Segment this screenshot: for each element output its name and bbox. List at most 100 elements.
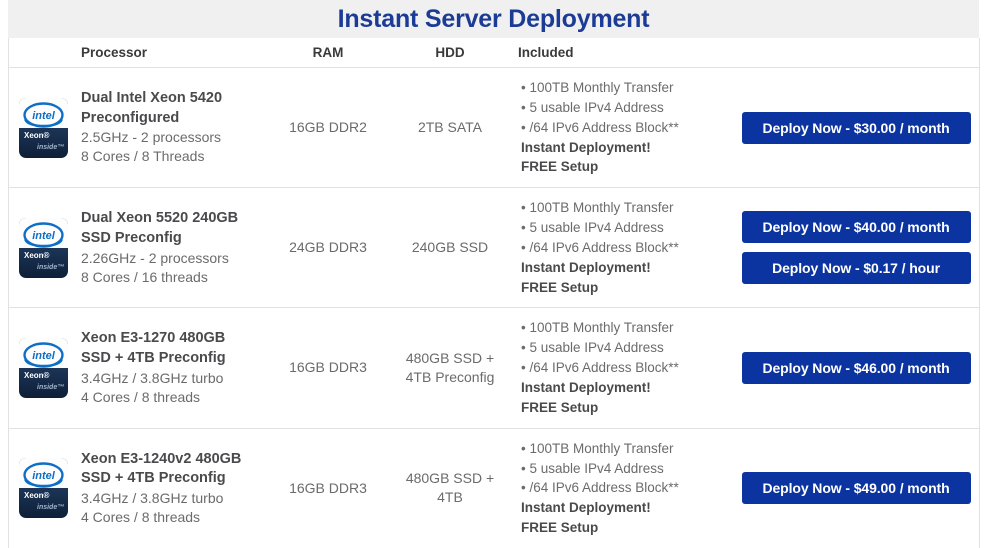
included-highlight: Instant Deployment!	[521, 139, 651, 155]
ram-value: 16GB DDR2	[289, 118, 367, 135]
badge-family-label: Xeon®	[24, 250, 50, 260]
hdd-value-wrap: 240GB SSD	[412, 238, 488, 257]
cell-processor: intel Xeon® inside™ Dual Intel Xeon 5420 Pr…	[9, 68, 267, 187]
badge-family-label: Xeon®	[24, 130, 50, 140]
included-highlight: FREE Setup	[521, 399, 599, 415]
cell-processor: intel Xeon® inside™ Xeon E3-1240v2 480GB SS…	[9, 429, 267, 548]
table-row: intel Xeon® inside™ Xeon E3-1240v2 480GB SS…	[9, 429, 979, 548]
processor-spec-line: 8 Cores / 8 Threads	[81, 148, 205, 165]
cell-hdd: 480GB SSD + 4TB Preconfig	[389, 308, 511, 427]
processor-title-line: Xeon E3-1270 480GB	[81, 330, 226, 347]
processor-title-line: SSD + 4TB Preconfig	[81, 350, 226, 367]
badge-tagline-label: inside™	[37, 504, 65, 512]
server-plans-table: Processor RAM HDD Included intel Xeon® in…	[8, 38, 980, 548]
svg-text:intel: intel	[32, 470, 56, 482]
processor-spec-line: 3.4GHz / 3.8GHz turbo	[81, 489, 224, 506]
cell-ram: 16GB DDR3	[267, 308, 389, 427]
ram-value-wrap: 24GB DDR3	[289, 238, 367, 257]
hdd-value: 480GB SSD +	[405, 469, 495, 486]
cell-hdd: 2TB SATA	[389, 68, 511, 187]
deploy-now-button[interactable]: Deploy Now - $0.17 / hour	[741, 252, 971, 285]
processor-title-line: Dual Xeon 5520 240GB	[81, 210, 239, 227]
cell-action: Deploy Now - $30.00 / month	[741, 68, 979, 187]
page-title-band: Instant Server Deployment	[8, 0, 979, 38]
included-feature: • /64 IPv6 Address Block**	[521, 119, 679, 135]
cell-action: Deploy Now - $40.00 / month Deploy Now - …	[741, 188, 979, 307]
ram-value: 16GB DDR3	[289, 359, 367, 376]
processor-summary: intel Xeon® inside™ Dual Intel Xeon 5420 Pr…	[19, 89, 222, 167]
column-header-hdd: HDD	[435, 45, 465, 60]
cell-hdd: 480GB SSD + 4TB	[389, 429, 511, 548]
table-row: intel Xeon® inside™ Dual Intel Xeon 5420 Pr…	[9, 68, 979, 189]
hdd-value: 240GB SSD	[411, 239, 489, 256]
included-feature: • 5 usable IPv4 Address	[521, 340, 664, 356]
badge-family-label: Xeon®	[24, 491, 50, 501]
deploy-now-button[interactable]: Deploy Now - $30.00 / month	[741, 111, 971, 144]
hdd-value: 4TB	[437, 489, 463, 506]
cell-processor: intel Xeon® inside™ Xeon E3-1270 480GB SSD …	[9, 308, 267, 427]
svg-text:intel: intel	[32, 350, 56, 362]
ram-value: 24GB DDR3	[289, 239, 367, 256]
cell-action: Deploy Now - $46.00 / month	[741, 308, 979, 427]
processor-title-line: Preconfigured	[81, 109, 180, 126]
cell-included: • 100TB Monthly Transfer • 5 usable IPv4 …	[511, 308, 743, 427]
included-feature: • 5 usable IPv4 Address	[521, 220, 664, 236]
cell-action: Deploy Now - $49.00 / month	[741, 429, 979, 548]
included-feature: • 5 usable IPv4 Address	[521, 460, 664, 476]
intel-xeon-badge-icon: intel Xeon® inside™	[19, 97, 68, 158]
hdd-value-wrap: 2TB SATA	[418, 118, 482, 137]
included-highlight: Instant Deployment!	[521, 259, 651, 275]
processor-spec-line: 3.4GHz / 3.8GHz turbo	[81, 369, 224, 386]
included-feature: • /64 IPv6 Address Block**	[521, 239, 679, 255]
processor-summary: intel Xeon® inside™ Xeon E3-1240v2 480GB SS…	[19, 450, 241, 528]
hdd-value: 2TB SATA	[417, 118, 483, 135]
included-feature: • /64 IPv6 Address Block**	[521, 360, 679, 376]
table-row: intel Xeon® inside™ Xeon E3-1270 480GB SSD …	[9, 308, 979, 429]
badge-tagline-label: inside™	[37, 143, 65, 151]
intel-xeon-badge-icon: intel Xeon® inside™	[19, 217, 68, 278]
ram-value-wrap: 16GB DDR2	[289, 118, 367, 137]
cell-included: • 100TB Monthly Transfer • 5 usable IPv4 …	[511, 429, 743, 548]
column-header-ram: RAM	[312, 45, 344, 60]
included-feature: • 100TB Monthly Transfer	[521, 440, 674, 456]
table-row: intel Xeon® inside™ Dual Xeon 5520 240GB SS…	[9, 188, 979, 309]
included-feature: • 100TB Monthly Transfer	[521, 320, 674, 336]
hdd-value-wrap: 480GB SSD + 4TB	[406, 469, 494, 508]
ram-value-wrap: 16GB DDR3	[289, 358, 367, 377]
hdd-value: 4TB Preconfig	[405, 369, 495, 386]
included-highlight: Instant Deployment!	[521, 379, 651, 395]
included-feature: • 100TB Monthly Transfer	[521, 80, 674, 95]
included-feature: • /64 IPv6 Address Block**	[521, 480, 679, 496]
processor-summary: intel Xeon® inside™ Dual Xeon 5520 240GB SS…	[19, 209, 238, 287]
processor-title-line: Dual Intel Xeon 5420	[81, 89, 223, 106]
svg-text:intel: intel	[32, 110, 56, 122]
processor-summary: intel Xeon® inside™ Xeon E3-1270 480GB SSD …	[19, 329, 226, 407]
included-feature: • 5 usable IPv4 Address	[521, 99, 664, 115]
cell-ram: 16GB DDR2	[267, 68, 389, 187]
processor-text: Dual Xeon 5520 240GB SSD Preconfig 2.26GHz…	[81, 209, 238, 287]
deploy-now-button[interactable]: Deploy Now - $46.00 / month	[741, 352, 971, 385]
processor-text: Xeon E3-1240v2 480GB SSD + 4TB Preconfig 3…	[81, 450, 241, 528]
processor-text: Xeon E3-1270 480GB SSD + 4TB Preconfig 3.4…	[81, 329, 226, 407]
processor-title-line: SSD Preconfig	[81, 229, 182, 246]
processor-spec-line: 4 Cores / 8 threads	[81, 508, 201, 525]
svg-text:intel: intel	[32, 230, 56, 242]
deploy-now-button[interactable]: Deploy Now - $49.00 / month	[741, 472, 971, 505]
cell-ram: 16GB DDR3	[267, 429, 389, 548]
included-feature: • 100TB Monthly Transfer	[521, 200, 674, 216]
processor-spec-line: 4 Cores / 8 threads	[81, 388, 201, 405]
included-highlight: FREE Setup	[521, 520, 599, 536]
table-header-row: Processor RAM HDD Included	[9, 38, 979, 68]
processor-title-line: SSD + 4TB Preconfig	[81, 470, 226, 487]
processor-title-line: Xeon E3-1240v2 480GB	[81, 450, 242, 467]
deploy-now-button[interactable]: Deploy Now - $40.00 / month	[741, 211, 971, 244]
page-title: Instant Server Deployment	[337, 4, 650, 33]
included-feature-list: • 100TB Monthly Transfer • 5 usable IPv4 …	[521, 198, 679, 297]
cell-processor: intel Xeon® inside™ Dual Xeon 5520 240GB SS…	[9, 188, 267, 307]
hdd-value-wrap: 480GB SSD + 4TB Preconfig	[406, 349, 495, 388]
column-header-included: Included	[518, 45, 574, 60]
intel-xeon-badge-icon: intel Xeon® inside™	[19, 338, 68, 399]
column-header-processor: Processor	[81, 45, 148, 60]
included-highlight: FREE Setup	[521, 279, 599, 295]
processor-spec-line: 8 Cores / 16 threads	[81, 268, 208, 285]
